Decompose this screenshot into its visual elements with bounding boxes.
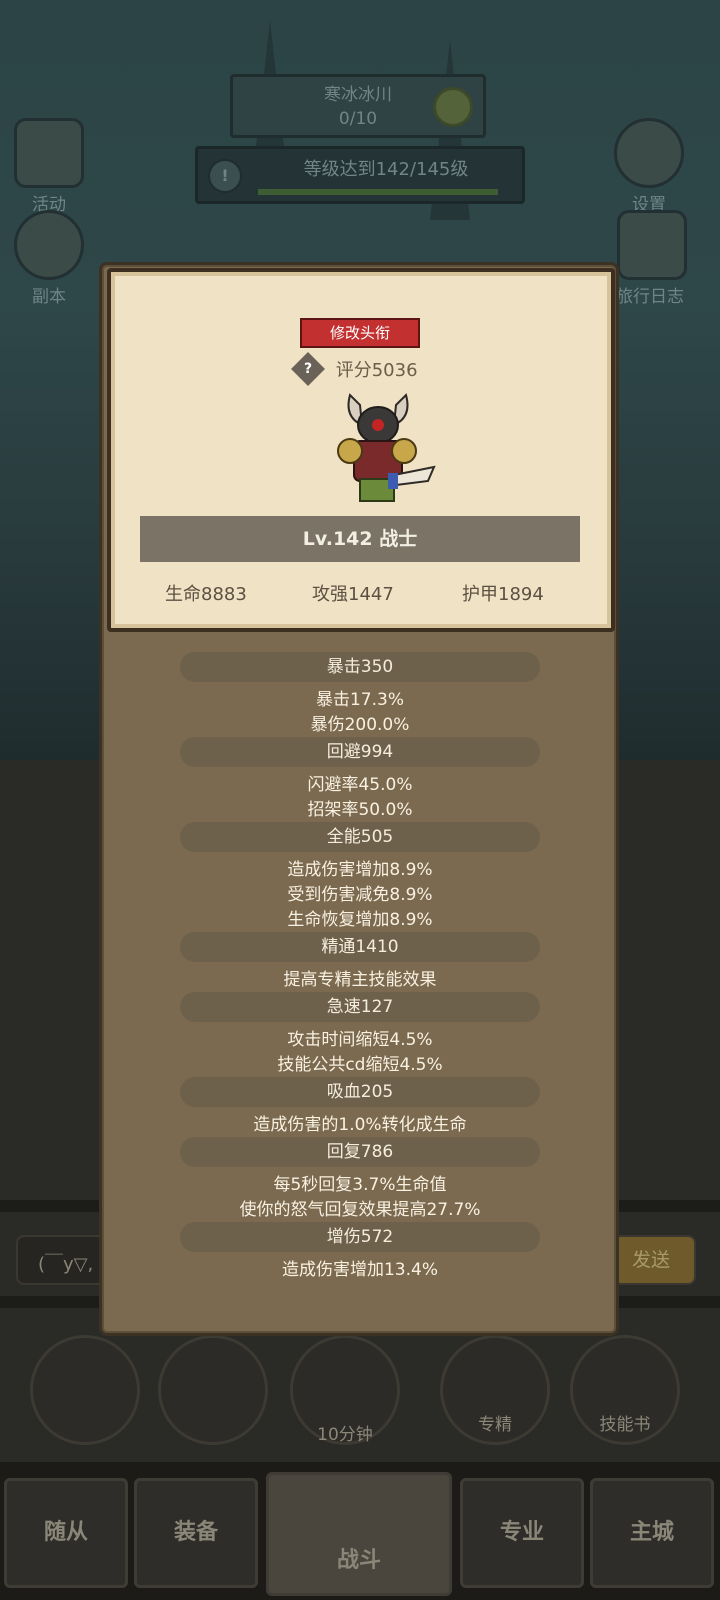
dungeon-button[interactable]: 副本 bbox=[14, 210, 84, 307]
score-row: ? 评分5036 bbox=[291, 352, 418, 386]
lifesteal-line: 造成伤害的1.0%转化成生命 bbox=[253, 1115, 467, 1135]
versatility-line: 受到伤害减免8.9% bbox=[287, 885, 433, 905]
chest-button[interactable]: 10分钟 bbox=[290, 1335, 400, 1445]
versatility-line: 造成伤害增加8.9% bbox=[287, 860, 433, 880]
travel-log-label: 旅行日志 bbox=[616, 287, 684, 307]
damage-bonus-header: 增伤572 bbox=[180, 1222, 540, 1252]
mastery-line: 提高专精主技能效果 bbox=[283, 970, 437, 990]
activity-button[interactable]: 活动 bbox=[14, 118, 84, 215]
hp-stat: 生命8883 bbox=[165, 584, 247, 605]
chat-text: (￣y▽, bbox=[38, 1254, 94, 1275]
avoidance-header: 回避994 bbox=[180, 737, 540, 767]
specialization-label: 专精 bbox=[478, 1415, 512, 1435]
mastery-header: 精通1410 bbox=[180, 932, 540, 962]
versatility-line: 生命恢复增加8.9% bbox=[287, 910, 433, 930]
area-panel[interactable]: 寒冰冰川 0/10 bbox=[230, 74, 486, 138]
tab-profession[interactable]: 专业 bbox=[460, 1478, 584, 1588]
avoidance-line: 闪避率45.0% bbox=[307, 775, 413, 795]
portal-icon bbox=[14, 210, 84, 280]
quest-progress-bar bbox=[258, 189, 498, 195]
gear-icon bbox=[614, 118, 684, 188]
haste-line: 技能公共cd缩短4.5% bbox=[277, 1055, 443, 1075]
level-class-bar: Lv.142 战士 bbox=[140, 516, 580, 562]
regen-header: 回复786 bbox=[180, 1137, 540, 1167]
scroll-icon bbox=[14, 118, 84, 188]
crit-line: 暴击17.3% bbox=[315, 690, 404, 710]
versatility-header: 全能505 bbox=[180, 822, 540, 852]
book-icon bbox=[617, 210, 687, 280]
crit-header: 暴击350 bbox=[180, 652, 540, 682]
attack-stat: 攻强1447 bbox=[312, 584, 394, 605]
quest-text: 等级达到142/145级 bbox=[303, 159, 469, 180]
quest-bar[interactable]: ! 等级达到142/145级 bbox=[195, 146, 525, 204]
avoidance-line: 招架率50.0% bbox=[307, 800, 413, 820]
haste-header: 急速127 bbox=[180, 992, 540, 1022]
tab-equipment[interactable]: 装备 bbox=[134, 1478, 258, 1588]
tab-battle[interactable]: 战斗 bbox=[266, 1472, 452, 1596]
bread-button[interactable] bbox=[158, 1335, 268, 1445]
haste-line: 攻击时间缩短4.5% bbox=[287, 1030, 433, 1050]
settings-button[interactable]: 设置 bbox=[614, 118, 684, 215]
rename-title-button[interactable]: 修改头衔 bbox=[300, 318, 420, 348]
alert-icon: ! bbox=[208, 159, 242, 193]
score-text: 评分5036 bbox=[335, 360, 418, 381]
damage-bonus-line: 造成伤害增加13.4% bbox=[281, 1260, 438, 1280]
lifesteal-header: 吸血205 bbox=[180, 1077, 540, 1107]
potion-button[interactable] bbox=[30, 1335, 140, 1445]
help-icon[interactable]: ? bbox=[291, 352, 325, 386]
skill-book-label: 技能书 bbox=[599, 1415, 651, 1435]
warrior-avatar bbox=[337, 393, 436, 502]
crit-line: 暴伤200.0% bbox=[310, 715, 410, 735]
skill-book-button[interactable]: 技能书 bbox=[570, 1335, 680, 1445]
regen-line: 使你的怒气回复效果提高27.7% bbox=[239, 1200, 481, 1220]
travel-log-button[interactable]: 旅行日志 bbox=[612, 210, 692, 307]
dungeon-label: 副本 bbox=[32, 287, 66, 307]
chest-timer: 10分钟 bbox=[317, 1425, 373, 1445]
tab-city[interactable]: 主城 bbox=[590, 1478, 714, 1588]
specialization-button[interactable]: 专精 bbox=[440, 1335, 550, 1445]
tab-followers[interactable]: 随从 bbox=[4, 1478, 128, 1588]
armor-stat: 护甲1894 bbox=[462, 584, 544, 605]
regen-line: 每5秒回复3.7%生命值 bbox=[273, 1175, 447, 1195]
refresh-icon[interactable] bbox=[433, 87, 473, 127]
